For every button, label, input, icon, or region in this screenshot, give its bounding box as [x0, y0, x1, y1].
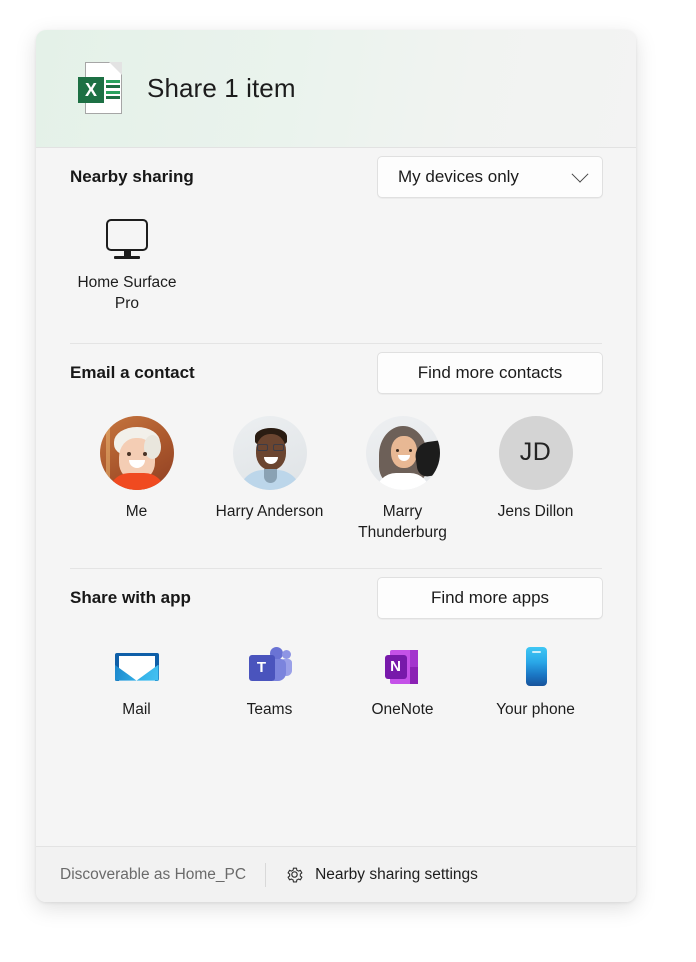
contact-jens-dillon[interactable]: JD Jens Dillon: [469, 415, 602, 544]
dialog-header: X Share 1 item: [36, 30, 636, 148]
share-with-app-header: Share with app Find more apps: [36, 569, 636, 627]
avatar: [365, 415, 440, 490]
find-more-contacts-button[interactable]: Find more contacts: [377, 351, 603, 394]
nearby-sharing-dropdown-value: My devices only: [398, 167, 519, 186]
email-contact-header: Email a contact Find more contacts: [36, 344, 636, 402]
contact-marry-thunderburg[interactable]: Marry Thunderburg: [336, 415, 469, 544]
nearby-devices-row: Home Surface Pro: [36, 206, 636, 315]
contact-label: Marry Thunderburg: [358, 502, 447, 542]
app-mail[interactable]: Mail: [70, 642, 203, 719]
app-onenote[interactable]: N OneNote: [336, 642, 469, 719]
contact-label: Me: [125, 502, 148, 520]
contact-harry-anderson[interactable]: Harry Anderson: [203, 415, 336, 544]
nearby-sharing-header: Nearby sharing My devices only: [36, 148, 636, 206]
app-label: Teams: [246, 700, 293, 718]
email-contact-title: Email a contact: [70, 362, 195, 382]
nearby-sharing-dropdown[interactable]: My devices only: [377, 156, 603, 198]
avatar: [99, 415, 174, 490]
app-label: OneNote: [371, 700, 434, 718]
teams-icon: T: [246, 642, 294, 690]
find-more-apps-button[interactable]: Find more apps: [377, 576, 603, 619]
mail-icon: [113, 642, 161, 690]
dialog-footer: Discoverable as Home_PC Nearby sharing s…: [36, 846, 636, 902]
monitor-icon: [104, 215, 150, 261]
excel-rows-glyph: [106, 79, 120, 102]
dialog-body: Nearby sharing My devices only Home Surf…: [36, 148, 636, 846]
excel-file-icon: X: [78, 61, 124, 116]
phone-icon: [512, 642, 560, 690]
app-teams[interactable]: T Teams: [203, 642, 336, 719]
avatar: [232, 415, 307, 490]
page-title: Share 1 item: [147, 73, 296, 103]
contact-label: Jens Dillon: [497, 502, 574, 520]
apps-row: Mail T Teams N OneNote Your phone: [36, 627, 636, 719]
nearby-sharing-title: Nearby sharing: [70, 167, 194, 186]
discoverable-status: Discoverable as Home_PC: [60, 865, 247, 883]
onenote-icon: N: [379, 642, 427, 690]
app-label: Your phone: [496, 700, 575, 718]
app-label: Mail: [122, 700, 151, 718]
share-dialog-window: X Share 1 item Nearby sharing My devices…: [36, 30, 636, 902]
nearby-sharing-settings-link[interactable]: Nearby sharing settings: [285, 865, 478, 884]
share-with-app-title: Share with app: [70, 587, 191, 607]
app-your-phone[interactable]: Your phone: [469, 642, 602, 719]
contact-me[interactable]: Me: [70, 415, 203, 544]
gear-icon: [287, 867, 303, 883]
contacts-row: Me Harry Anderson Marry Thunderburg JD J…: [36, 402, 636, 544]
contact-label: Harry Anderson: [215, 502, 324, 520]
excel-x-badge: X: [78, 76, 104, 103]
footer-divider: [265, 862, 267, 887]
settings-link-label: Nearby sharing settings: [315, 865, 478, 883]
device-label: Home Surface Pro: [77, 274, 177, 312]
chevron-down-icon: [571, 165, 589, 183]
device-tile-home-surface-pro[interactable]: Home Surface Pro: [70, 215, 184, 315]
avatar-initials: JD: [498, 415, 573, 490]
